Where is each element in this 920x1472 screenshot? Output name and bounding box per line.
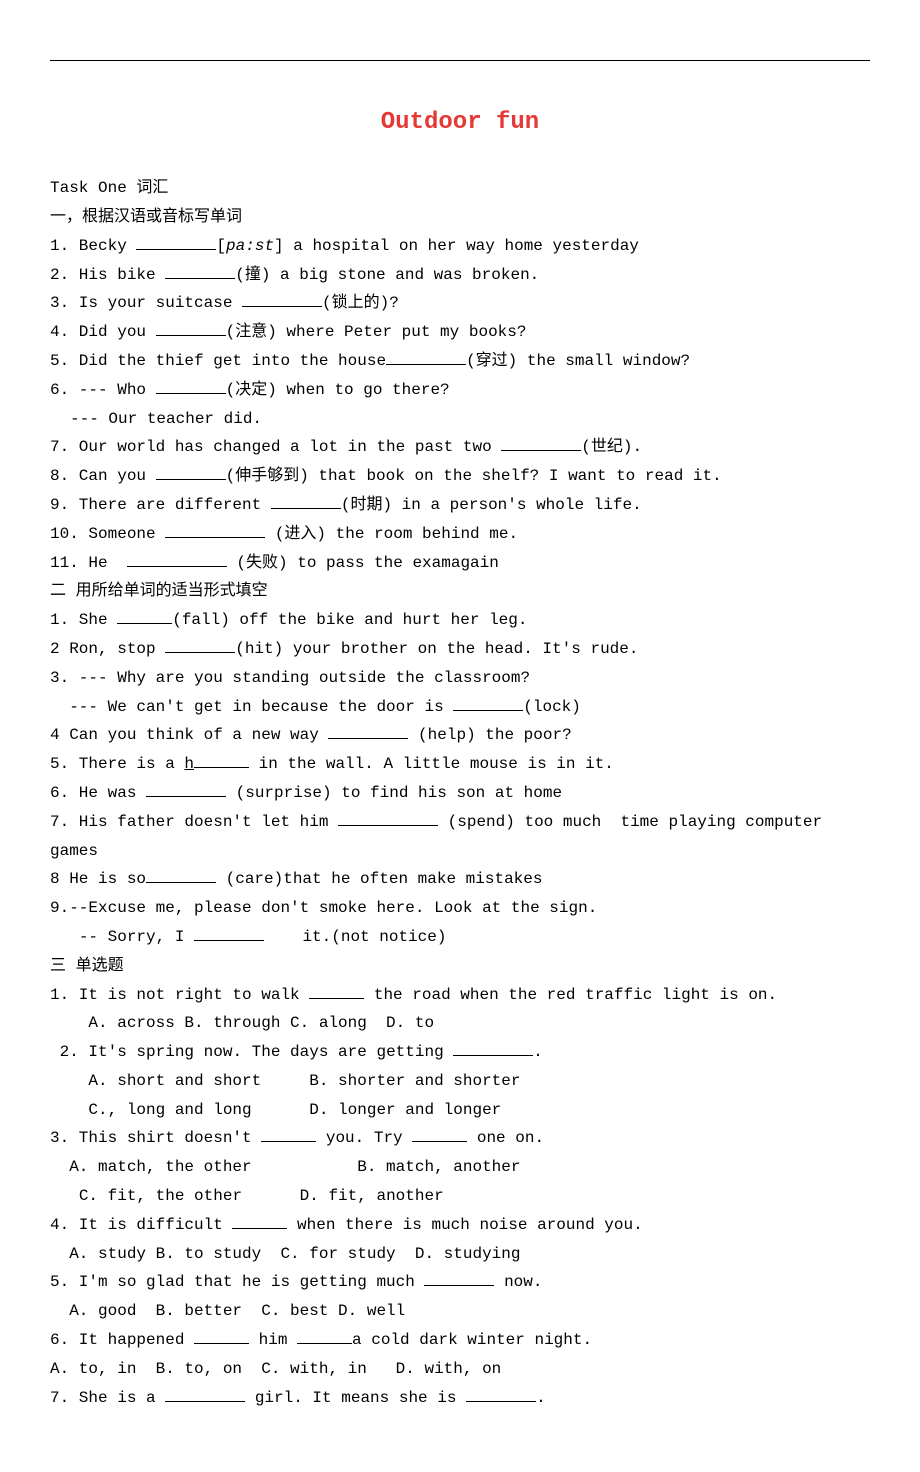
s2-item-6: 6. He was (surprise) to find his son at … <box>50 779 870 808</box>
s1-item-6-sub: --- Our teacher did. <box>50 405 870 434</box>
s1-item-8: 8. Can you (伸手够到) that book on the shelf… <box>50 462 870 491</box>
s1-item-10: 10. Someone (进入) the room behind me. <box>50 520 870 549</box>
s2-item-9a: 9.--Excuse me, please don't smoke here. … <box>50 894 870 923</box>
s1-item-9: 9. There are different (时期) in a person'… <box>50 491 870 520</box>
section3-heading: 三 单选题 <box>50 952 870 981</box>
section1-heading: 一，根据汉语或音标写单词 <box>50 203 870 232</box>
s2-item-3b: --- We can't get in because the door is … <box>50 693 870 722</box>
blank <box>146 866 216 883</box>
blank <box>297 1327 352 1344</box>
s3-q4: 4. It is difficult when there is much no… <box>50 1211 870 1240</box>
s2-item-3a: 3. --- Why are you standing outside the … <box>50 664 870 693</box>
blank <box>156 319 226 336</box>
s1-item-4: 4. Did you (注意) where Peter put my books… <box>50 318 870 347</box>
blank <box>165 521 265 538</box>
blank <box>117 607 172 624</box>
s3-q2: 2. It's spring now. The days are getting… <box>50 1038 870 1067</box>
blank <box>146 780 226 797</box>
s2-item-5: 5. There is a h in the wall. A little mo… <box>50 750 870 779</box>
blank <box>194 924 264 941</box>
blank <box>453 1039 533 1056</box>
s3-q1: 1. It is not right to walk the road when… <box>50 981 870 1010</box>
blank <box>261 1125 316 1142</box>
s3-q7: 7. She is a girl. It means she is . <box>50 1384 870 1413</box>
blank <box>386 348 466 365</box>
s1-item-2: 2. His bike (撞) a big stone and was brok… <box>50 261 870 290</box>
blank <box>165 1385 245 1402</box>
s2-item-4: 4 Can you think of a new way (help) the … <box>50 721 870 750</box>
blank <box>271 492 341 509</box>
blank <box>338 809 438 826</box>
task-label: Task One 词汇 <box>50 174 870 203</box>
blank <box>194 751 249 768</box>
blank <box>165 262 235 279</box>
s1-item-7: 7. Our world has changed a lot in the pa… <box>50 433 870 462</box>
blank <box>232 1212 287 1229</box>
s1-item-11: 11. He (失败) to pass the examagain <box>50 549 870 578</box>
blank <box>424 1269 494 1286</box>
s1-item-3: 3. Is your suitcase (锁上的)? <box>50 289 870 318</box>
s3-q3: 3. This shirt doesn't you. Try one on. <box>50 1124 870 1153</box>
blank <box>242 290 322 307</box>
s1-item-6: 6. --- Who (决定) when to go there? <box>50 376 870 405</box>
s3-q3-opts-b: C. fit, the other D. fit, another <box>50 1182 870 1211</box>
s3-q5: 5. I'm so glad that he is getting much n… <box>50 1268 870 1297</box>
s2-item-7: 7. His father doesn't let him (spend) to… <box>50 808 870 866</box>
blank <box>165 636 235 653</box>
top-rule <box>50 60 870 61</box>
s3-q2-opts-b: C., long and long D. longer and longer <box>50 1096 870 1125</box>
s2-item-2: 2 Ron, stop (hit) your brother on the he… <box>50 635 870 664</box>
s3-q6-opts: A. to, in B. to, on C. with, in D. with,… <box>50 1355 870 1384</box>
blank <box>127 550 227 567</box>
s1-item-1: 1. Becky [pa:st] a hospital on her way h… <box>50 232 870 261</box>
s2-item-9b: -- Sorry, I it.(not notice) <box>50 923 870 952</box>
s1-item-5: 5. Did the thief get into the house(穿过) … <box>50 347 870 376</box>
s3-q6: 6. It happened him a cold dark winter ni… <box>50 1326 870 1355</box>
blank <box>328 722 408 739</box>
blank <box>156 463 226 480</box>
blank <box>412 1125 467 1142</box>
blank <box>501 434 581 451</box>
s3-q2-opts-a: A. short and short B. shorter and shorte… <box>50 1067 870 1096</box>
blank <box>309 982 364 999</box>
s3-q3-opts-a: A. match, the other B. match, another <box>50 1153 870 1182</box>
s2-item-1: 1. She (fall) off the bike and hurt her … <box>50 606 870 635</box>
blank <box>136 233 216 250</box>
s3-q4-opts: A. study B. to study C. for study D. stu… <box>50 1240 870 1269</box>
s3-q1-opts: A. across B. through C. along D. to <box>50 1009 870 1038</box>
s2-item-8: 8 He is so (care)that he often make mist… <box>50 865 870 894</box>
page-title: Outdoor fun <box>50 101 870 144</box>
blank <box>453 694 523 711</box>
blank <box>194 1327 249 1344</box>
section2-heading: 二 用所给单词的适当形式填空 <box>50 577 870 606</box>
blank <box>466 1385 536 1402</box>
blank <box>156 377 226 394</box>
